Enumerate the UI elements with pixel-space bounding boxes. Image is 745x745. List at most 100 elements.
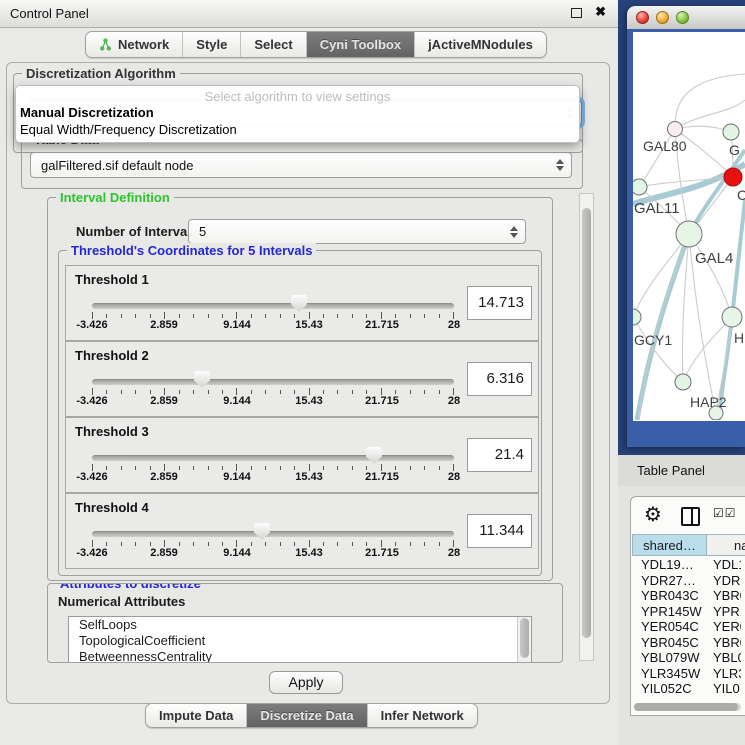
list-item[interactable]: SelfLoops [69,617,531,633]
table-row[interactable]: YBR043CYBR0 [632,588,741,604]
tab-cyni-toolbox[interactable]: Cyni Toolbox [307,32,415,57]
table-row[interactable]: YER054CYER0 [632,619,741,635]
group-label: Attributes to discretize [56,583,205,591]
node-gal11[interactable] [633,179,647,195]
slider-thumb[interactable] [366,447,382,464]
slider-track[interactable] [92,531,454,537]
tick-label: 9.144 [223,319,251,331]
tick-label: 9.144 [223,395,251,407]
table-row[interactable]: YDL19…YDL1 [632,557,741,573]
column-header-name[interactable]: na [707,534,745,556]
tab-impute-data[interactable]: Impute Data [146,704,247,727]
dropdown-item-equal-width[interactable]: Equal Width/Frequency Discretization [20,122,237,137]
apply-button[interactable]: Apply [269,671,343,694]
tab-style[interactable]: Style [183,32,241,57]
node-g[interactable] [723,124,739,140]
tick-label: 9.144 [223,547,251,559]
table-data-combo[interactable]: galFiltered.sif default node [30,152,572,178]
combo-value: 5 [199,224,206,239]
attributes-list[interactable]: SelfLoops TopologicalCoefficient Between… [68,616,532,663]
dropdown-item-manual[interactable]: Manual Discretization [20,105,154,120]
checkbox-icons[interactable]: ☑☑ [713,506,737,520]
bottom-tab-bar: Impute Data Discretize Data Infer Networ… [145,703,478,728]
panel-scrollbar[interactable] [579,193,594,661]
table-row[interactable]: YLR345WYLR3 [632,666,741,682]
dropdown-placeholder: Select algorithm to view settings [16,89,579,104]
node-hap2[interactable] [675,374,691,390]
tick-label: 15.43 [295,319,323,331]
threshold-value-field[interactable]: 14.713 [467,286,532,320]
slider-track[interactable] [92,379,454,385]
node-label: G [729,142,740,158]
num-intervals-combo[interactable]: 5 [188,219,526,244]
node-label: GCY1 [634,332,672,348]
num-intervals-label: Number of Intervals [76,224,198,239]
algorithm-dropdown: Select algorithm to view settings Manual… [15,85,580,143]
panel-title: Control Panel [10,6,89,21]
threshold-row: Threshold 4 -3.426 2.859 9.144 15.43 21.… [65,493,539,569]
close-traffic-light[interactable] [636,11,649,24]
node-gcy1[interactable] [633,309,641,325]
node-label: GAL11 [634,200,680,217]
network-view-window[interactable]: GAL80 G C GAL11 GAL4 GCY1 H HAP2 [627,6,745,447]
threshold-label: Threshold 3 [75,424,149,439]
stepper-icon [556,159,564,171]
tick-label: 21.715 [365,547,399,559]
node-gal4[interactable] [676,221,702,247]
tick-label: -3.426 [76,319,107,331]
tick-label: 28 [448,319,460,331]
table-horizontal-scrollbar[interactable] [634,703,741,711]
threshold-value-field[interactable]: 21.4 [467,438,532,472]
list-item[interactable]: BetweennessCentrality [69,649,531,663]
float-icon[interactable] [571,8,582,18]
combo-value: galFiltered.sif default node [41,158,193,173]
node-label: GAL80 [643,138,687,154]
table-row[interactable]: YPR145WYPR1 [632,604,741,620]
zoom-traffic-light[interactable] [676,11,689,24]
slider-thumb[interactable] [254,523,270,540]
list-scrollbar[interactable] [517,617,531,663]
list-item[interactable]: TopologicalCoefficient [69,633,531,649]
network-canvas[interactable]: GAL80 G C GAL11 GAL4 GCY1 H HAP2 [633,32,745,421]
close-icon[interactable]: ✖ [595,4,606,20]
table-row[interactable]: YIL052CYIL0 [632,681,741,697]
tick-label: 28 [448,471,460,483]
threshold-label: Threshold 2 [75,348,149,363]
interval-definition-group: Interval Definition Number of Intervals … [47,197,553,581]
table-panel-title: Table Panel [637,463,705,478]
tab-infer-network[interactable]: Infer Network [368,704,477,727]
tab-label: Network [118,37,169,52]
table-row[interactable]: YBL079WYBL0 [632,650,741,666]
tick-label: -3.426 [76,547,107,559]
table-panel-area: ⚙ ☑☑ shared… na YDL19…YDL1 YDR27…YDR2 YB… [618,486,745,745]
slider-track[interactable] [92,455,454,461]
tick-label: 2.859 [150,547,178,559]
node-h[interactable] [722,307,742,327]
slider-track[interactable] [92,303,454,309]
node-gal80[interactable] [668,122,683,137]
threshold-label: Threshold 4 [75,500,149,515]
node-label: GAL4 [695,250,733,267]
node-red[interactable] [724,168,742,186]
threshold-value-field[interactable]: 6.316 [467,362,532,396]
threshold-value-field[interactable]: 11.344 [467,514,532,548]
tab-jactivemnodules[interactable]: jActiveMNodules [415,32,546,57]
tick-label: 2.859 [150,319,178,331]
table-row[interactable]: YDR27…YDR2 [632,573,741,589]
tab-discretize-data[interactable]: Discretize Data [247,704,367,727]
column-header-shared[interactable]: shared… [632,534,707,556]
tick-label: 15.43 [295,471,323,483]
tab-network[interactable]: Network [86,32,183,57]
slider-thumb[interactable] [194,371,210,388]
minimize-traffic-light[interactable] [656,11,669,24]
tick-label: -3.426 [76,471,107,483]
slider-ticks [92,540,454,547]
tick-label: 9.144 [223,471,251,483]
columns-icon[interactable] [681,507,700,526]
tab-select[interactable]: Select [241,32,306,57]
gear-icon[interactable]: ⚙ [644,502,662,526]
slider-thumb[interactable] [291,295,307,312]
table-row[interactable]: YBR045CYBR0 [632,635,741,651]
table-data-group: Table Data galFiltered.sif default node [21,139,583,189]
network-view-frame: GAL80 G C GAL11 GAL4 GCY1 H HAP2 [627,29,745,447]
